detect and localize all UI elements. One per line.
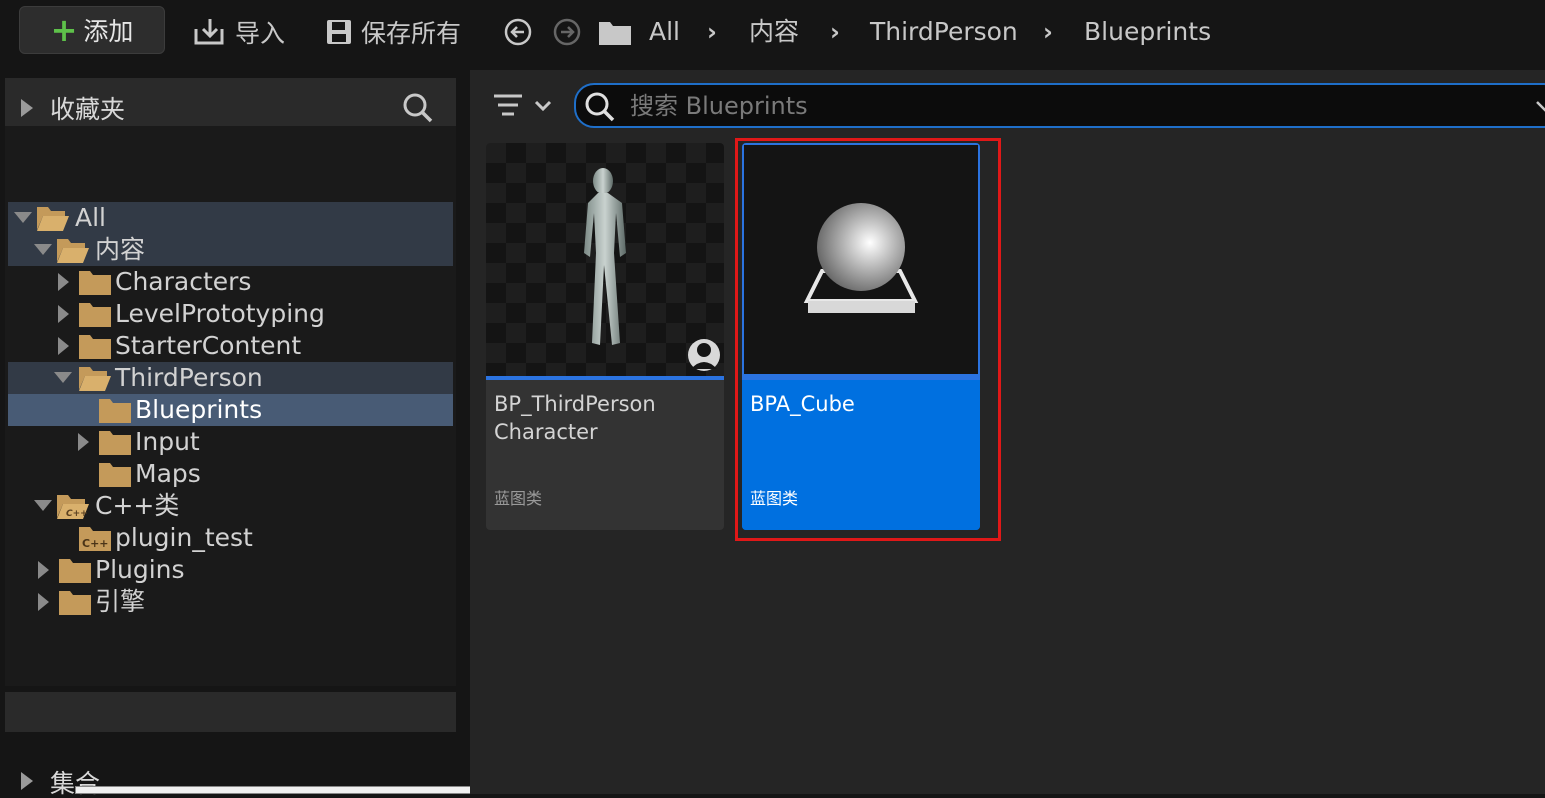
folder-icon (59, 559, 91, 583)
cpp-folder-icon: C++ (79, 527, 111, 551)
breadcrumb-item-all[interactable]: All (649, 14, 680, 50)
filter-icon[interactable] (492, 88, 558, 124)
folder-icon (599, 22, 631, 45)
search-icon[interactable] (402, 92, 434, 124)
tree-item-label: Input (135, 427, 200, 456)
expand-arrow-icon[interactable] (58, 305, 69, 323)
selection-highlight-box (735, 138, 1001, 541)
folder-icon (99, 463, 131, 487)
collapse-arrow-icon[interactable] (34, 500, 52, 511)
favorites-title: 收藏夹 (50, 95, 126, 124)
collections-section-header[interactable]: 集合 (5, 692, 456, 796)
expand-arrow-icon[interactable] (58, 337, 69, 355)
asset-name-line: Character (494, 420, 598, 444)
tree-item-label: Characters (115, 267, 252, 296)
tree-item-label: 引擎 (95, 587, 146, 616)
collapse-arrow-icon[interactable] (54, 372, 72, 383)
tree-item-input[interactable]: Input (8, 426, 453, 458)
breadcrumb-item-content[interactable]: 内容 (749, 14, 799, 50)
tree-item-all[interactable]: All (8, 202, 453, 234)
import-icon (194, 19, 224, 45)
tree-item-content[interactable]: 内容 (8, 234, 453, 266)
tree-item-label: Maps (135, 459, 201, 488)
character-thumbnail (486, 143, 724, 376)
svg-text:C++: C++ (66, 509, 88, 519)
tree-item-engine[interactable]: 引擎 (8, 586, 453, 618)
import-button[interactable]: 导入 (193, 14, 285, 50)
tree-item-levelprototyping[interactable]: LevelPrototyping (8, 298, 453, 330)
asset-tile-bp-thirdpersoncharacter[interactable]: BP_ThirdPerson Character 蓝图类 (486, 143, 724, 530)
tree-item-startercontent[interactable]: StarterContent (8, 330, 453, 362)
add-button-label: 添加 (83, 17, 134, 46)
folder-icon (99, 399, 131, 423)
folder-icon (79, 303, 111, 327)
svg-text:C++: C++ (82, 537, 109, 550)
folder-icon (59, 591, 91, 615)
breadcrumb-item-blueprints[interactable]: Blueprints (1084, 14, 1211, 50)
tree-item-thirdperson[interactable]: ThirdPerson (8, 362, 453, 394)
folder-icon (79, 271, 111, 295)
asset-type-label: 蓝图类 (494, 489, 543, 508)
collapse-arrow-icon[interactable] (14, 212, 32, 223)
breadcrumb-item-thirdperson[interactable]: ThirdPerson (870, 14, 1018, 50)
forward-arrow-icon[interactable] (553, 18, 581, 46)
tree-item-label: All (75, 203, 106, 232)
chevron-down-icon[interactable] (1534, 95, 1545, 117)
back-arrow-icon[interactable] (504, 18, 532, 46)
tree-item-plugins[interactable]: Plugins (8, 554, 453, 586)
tree-item-label: plugin_test (115, 523, 253, 552)
tree-item-label: LevelPrototyping (115, 299, 325, 328)
tree-item-label: StarterContent (115, 331, 302, 360)
breadcrumb-separator-icon[interactable]: › (1043, 14, 1053, 50)
tree-item-label: Blueprints (135, 395, 263, 424)
folder-icon (99, 431, 131, 455)
asset-name-line: BP_ThirdPerson (494, 392, 656, 416)
plus-icon: + (50, 11, 78, 49)
expand-arrow-icon[interactable] (58, 273, 69, 291)
search-input[interactable] (628, 89, 1512, 123)
tree-item-plugin-test[interactable]: C++ plugin_test (8, 522, 453, 554)
asset-search-box[interactable] (574, 83, 1545, 128)
save-icon (327, 20, 351, 44)
tree-item-label: ThirdPerson (115, 363, 263, 392)
tree-item-cpp-classes[interactable]: C++ C++类 (8, 490, 453, 522)
cpp-folder-icon: C++ (57, 495, 89, 519)
import-button-label: 导入 (235, 19, 286, 48)
save-all-button[interactable]: 保存所有 (325, 14, 461, 50)
tree-item-characters[interactable]: Characters (8, 266, 453, 298)
collapse-arrow-icon[interactable] (34, 244, 52, 255)
expand-arrow-icon[interactable] (38, 593, 49, 611)
tree-item-label: Plugins (95, 555, 185, 584)
save-all-button-label: 保存所有 (361, 19, 462, 48)
tree-item-blueprints[interactable]: Blueprints (8, 394, 453, 426)
expand-arrow-icon[interactable] (21, 99, 33, 117)
expand-arrow-icon[interactable] (38, 561, 49, 579)
expand-arrow-icon[interactable] (21, 772, 33, 790)
add-button[interactable]: + 添加 (19, 6, 165, 54)
tree-item-maps[interactable]: Maps (8, 458, 453, 490)
open-folder-icon (57, 239, 89, 263)
folder-icon (79, 335, 111, 359)
tree-item-label: 内容 (95, 235, 146, 264)
asset-tile-info: BP_ThirdPerson Character 蓝图类 (486, 380, 724, 530)
tree-item-label: C++类 (95, 491, 180, 520)
open-folder-icon (37, 207, 69, 231)
breadcrumb-separator-icon[interactable]: › (830, 14, 840, 50)
expand-arrow-icon[interactable] (78, 433, 89, 451)
content-browser-toolbar: + 添加 导入 保存所有 All › 内容 › ThirdPerson › Bl… (0, 0, 1545, 66)
breadcrumb-separator-icon[interactable]: › (707, 14, 717, 50)
search-icon (585, 92, 615, 122)
open-folder-icon (79, 367, 111, 391)
asset-name: BP_ThirdPerson Character (494, 390, 719, 446)
